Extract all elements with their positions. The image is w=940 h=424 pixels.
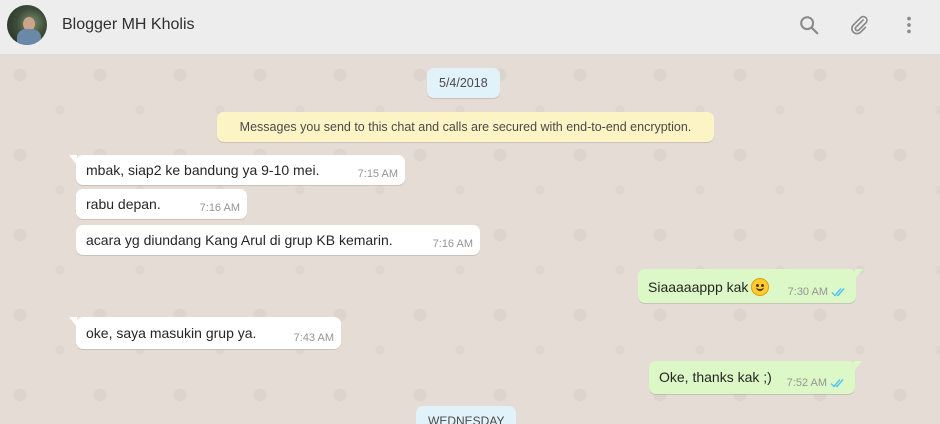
search-icon-graphic [800, 16, 819, 35]
message-time: 7:16 AM [432, 238, 473, 250]
message-outgoing[interactable]: Siaaaaappp kak 7:30 AM [638, 269, 863, 303]
message-text-wrap: Siaaaaappp kak [648, 278, 770, 296]
paperclip-icon [851, 15, 868, 35]
message-outgoing[interactable]: Oke, thanks kak ;) 7:52 AM [649, 361, 862, 394]
menu-dots-icon [907, 16, 911, 34]
date-chip: 5/4/2018 [427, 68, 500, 98]
search-icon[interactable] [797, 13, 821, 37]
double-check-icon [831, 288, 845, 297]
message-time: 7:43 AM [293, 332, 334, 344]
message-text: Siaaaaappp kak [648, 279, 749, 295]
message-text: oke, saya masukin grup ya. [86, 325, 257, 341]
encryption-notice[interactable]: Messages you send to this chat and calls… [217, 112, 714, 142]
bubble-tail [854, 361, 862, 371]
message-text: mbak, siap2 ke bandung ya 9-10 mei. [86, 162, 320, 178]
chat-panel[interactable]: 5/4/2018 Messages you send to this chat … [0, 55, 940, 424]
menu-icon[interactable] [897, 13, 921, 37]
date-chip: WEDNESDAY [416, 406, 517, 424]
emoji-mouth [756, 287, 765, 291]
message-incoming[interactable]: acara yg diundang Kang Arul di grup KB k… [76, 225, 480, 255]
message-time: 7:30 AM [787, 286, 828, 298]
message-text: Oke, thanks kak ;) [659, 369, 772, 385]
double-check-icon [830, 379, 844, 388]
contact-name[interactable]: Blogger MH Kholis [62, 16, 195, 34]
bubble-tail [69, 317, 77, 327]
message-text: rabu depan. [86, 196, 161, 212]
bubble-tail [855, 269, 863, 279]
message-incoming[interactable]: rabu depan. 7:16 AM [76, 189, 247, 219]
message-time: 7:16 AM [199, 202, 240, 214]
message-text: acara yg diundang Kang Arul di grup KB k… [86, 232, 393, 248]
message-time: 7:52 AM [786, 377, 827, 389]
avatar-body [17, 29, 41, 45]
smiling-face-emoji-icon [751, 278, 770, 296]
chat-header: Blogger MH Kholis [0, 0, 940, 55]
message-incoming[interactable]: mbak, siap2 ke bandung ya 9-10 mei. 7:15… [69, 155, 405, 185]
message-time: 7:15 AM [357, 168, 398, 180]
bubble-tail [69, 155, 77, 165]
attach-icon[interactable] [847, 13, 871, 37]
avatar[interactable] [7, 5, 47, 45]
message-incoming[interactable]: oke, saya masukin grup ya. 7:43 AM [69, 317, 341, 349]
